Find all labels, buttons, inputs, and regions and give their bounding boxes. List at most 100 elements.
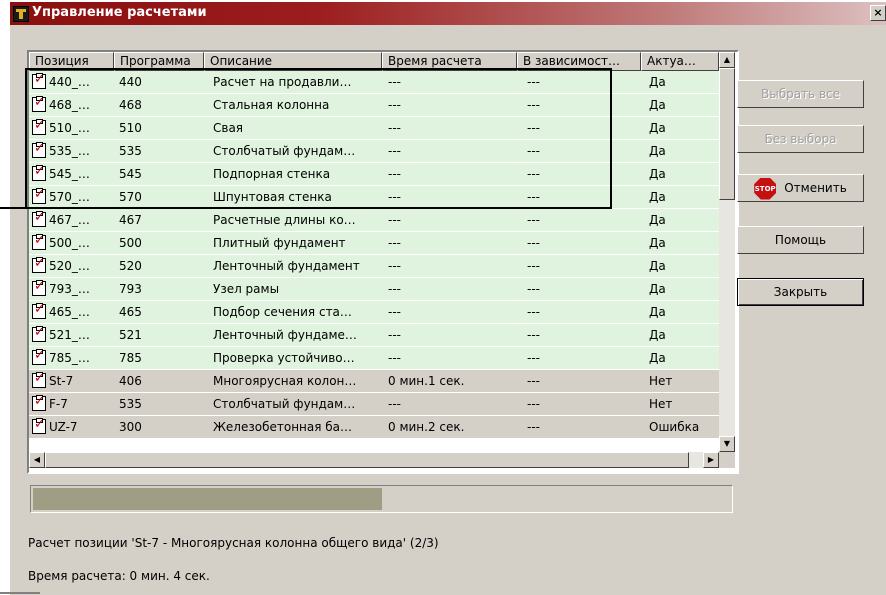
cancel-button[interactable]: STOP Отменить: [737, 174, 864, 202]
row-checkbox-icon[interactable]: [32, 186, 46, 204]
overlay-line-bottom: [0, 207, 612, 209]
cell-prog: 468: [119, 98, 142, 112]
table-row[interactable]: 545_… 545 Подпорная стенка --- --- Да: [29, 163, 719, 185]
overlay-line-corner: [0, 592, 40, 594]
table-row[interactable]: F-7 535 Столбчатый фундам… --- --- Нет: [29, 393, 719, 415]
overlay-line-left: [25, 68, 27, 208]
cell-actual: Да: [649, 305, 666, 319]
row-checkbox-icon[interactable]: [32, 347, 46, 365]
scroll-down-icon[interactable]: ▼: [719, 436, 735, 452]
cell-prog: 510: [119, 121, 142, 135]
cell-pos: 467_…: [49, 213, 90, 227]
cell-time: ---: [388, 259, 401, 273]
row-checkbox-icon[interactable]: [32, 301, 46, 319]
cell-pos: 535_…: [49, 144, 90, 158]
cell-desc: Подпорная стенка: [213, 167, 331, 181]
table-row[interactable]: 468_… 468 Стальная колонна --- --- Да: [29, 94, 719, 116]
row-checkbox-icon[interactable]: [32, 163, 46, 181]
cell-desc: Узел рамы: [213, 282, 280, 296]
overlay-line-top: [25, 68, 612, 70]
scroll-right-icon[interactable]: ▶: [703, 452, 719, 468]
cell-actual: Нет: [649, 397, 673, 411]
cell-dep: ---: [527, 167, 540, 181]
table-row[interactable]: 793_… 793 Узел рамы --- --- Да: [29, 278, 719, 300]
table-row[interactable]: 440_… 440 Расчет на продавли… --- --- Да: [29, 71, 719, 93]
select-all-button[interactable]: Выбрать все: [737, 80, 864, 108]
table-row[interactable]: 521_… 521 Ленточный фундаме… --- --- Да: [29, 324, 719, 346]
cell-dep: ---: [527, 236, 540, 250]
vertical-scroll-thumb[interactable]: [719, 68, 735, 200]
cell-dep: ---: [527, 351, 540, 365]
table-row[interactable]: St-7 406 Многоярусная колон… 0 мин.1 сек. --…: [29, 370, 719, 392]
cell-actual: Ошибка: [649, 420, 700, 434]
table-row[interactable]: 510_… 510 Свая --- --- Да: [29, 117, 719, 139]
scroll-corner: [719, 452, 735, 468]
cell-pos: UZ-7: [49, 420, 78, 434]
cell-dep: ---: [527, 213, 540, 227]
cell-actual: Да: [649, 328, 666, 342]
row-checkbox-icon[interactable]: [32, 370, 46, 388]
cell-pos: St-7: [49, 374, 74, 388]
row-checkbox-icon[interactable]: [32, 416, 46, 434]
cell-prog: 440: [119, 75, 142, 89]
cell-prog: 406: [119, 374, 142, 388]
cell-prog: 535: [119, 397, 142, 411]
table-row[interactable]: 465_… 465 Подбор сечения ста… --- --- Да: [29, 301, 719, 323]
title-bar[interactable]: Управление расчетами ×: [10, 2, 886, 25]
row-checkbox-icon[interactable]: [32, 232, 46, 250]
row-checkbox-icon[interactable]: [32, 255, 46, 273]
cell-prog: 545: [119, 167, 142, 181]
cell-time: ---: [388, 190, 401, 204]
row-checkbox-icon[interactable]: [32, 117, 46, 135]
cell-actual: Да: [649, 236, 666, 250]
table-row[interactable]: UZ-7 300 Железобетонная ба… 0 мин.2 сек. ---…: [29, 416, 719, 438]
cell-desc: Шпунтовая стенка: [213, 190, 332, 204]
close-window-button[interactable]: ×: [870, 5, 886, 21]
table-row[interactable]: 570_… 570 Шпунтовая стенка --- --- Да: [29, 186, 719, 208]
cell-time: ---: [388, 75, 401, 89]
table-row[interactable]: 785_… 785 Проверка устойчиво… --- --- Да: [29, 347, 719, 369]
cell-desc: Подбор сечения ста…: [213, 305, 352, 319]
horizontal-scroll-thumb[interactable]: [45, 452, 689, 468]
positions-list[interactable]: Позиция Программа Описание Время расчета В з…: [27, 50, 739, 474]
cell-pos: 510_…: [49, 121, 90, 135]
table-row[interactable]: 467_… 467 Расчетные длины ко… --- --- Да: [29, 209, 719, 231]
row-checkbox-icon[interactable]: [32, 71, 46, 89]
cell-desc: Плитный фундамент: [213, 236, 346, 250]
vertical-scrollbar[interactable]: ▲ ▼: [719, 52, 735, 452]
row-checkbox-icon[interactable]: [32, 324, 46, 342]
row-checkbox-icon[interactable]: [32, 393, 46, 411]
help-button[interactable]: Помощь: [737, 226, 864, 254]
overlay-line-right: [610, 68, 612, 208]
cell-actual: Да: [649, 144, 666, 158]
cell-prog: 300: [119, 420, 142, 434]
row-checkbox-icon[interactable]: [32, 278, 46, 296]
cell-dep: ---: [527, 328, 540, 342]
horizontal-scrollbar[interactable]: ◀ ▶: [29, 452, 719, 468]
cell-dep: ---: [527, 420, 540, 434]
deselect-button[interactable]: Без выбора: [737, 125, 864, 153]
column-header[interactable]: Актуа…: [641, 52, 719, 71]
scroll-left-icon[interactable]: ◀: [29, 452, 45, 468]
cell-dep: ---: [527, 75, 540, 89]
cell-dep: ---: [527, 282, 540, 296]
cell-desc: Ленточный фундамент: [213, 259, 360, 273]
row-checkbox-icon[interactable]: [32, 140, 46, 158]
close-button[interactable]: Закрыть: [737, 278, 864, 306]
cell-pos: 468_…: [49, 98, 90, 112]
cell-desc: Расчет на продавли…: [213, 75, 352, 89]
cell-prog: 785: [119, 351, 142, 365]
cell-prog: 467: [119, 213, 142, 227]
cell-actual: Да: [649, 121, 666, 135]
row-checkbox-icon[interactable]: [32, 209, 46, 227]
cell-actual: Да: [649, 282, 666, 296]
cell-time: ---: [388, 397, 401, 411]
cell-prog: 465: [119, 305, 142, 319]
cell-pos: 545_…: [49, 167, 90, 181]
table-row[interactable]: 500_… 500 Плитный фундамент --- --- Да: [29, 232, 719, 254]
cell-desc: Стальная колонна: [213, 98, 330, 112]
table-row[interactable]: 520_… 520 Ленточный фундамент --- --- Да: [29, 255, 719, 277]
table-row[interactable]: 535_… 535 Столбчатый фундам… --- --- Да: [29, 140, 719, 162]
scroll-up-icon[interactable]: ▲: [719, 52, 735, 68]
row-checkbox-icon[interactable]: [32, 94, 46, 112]
